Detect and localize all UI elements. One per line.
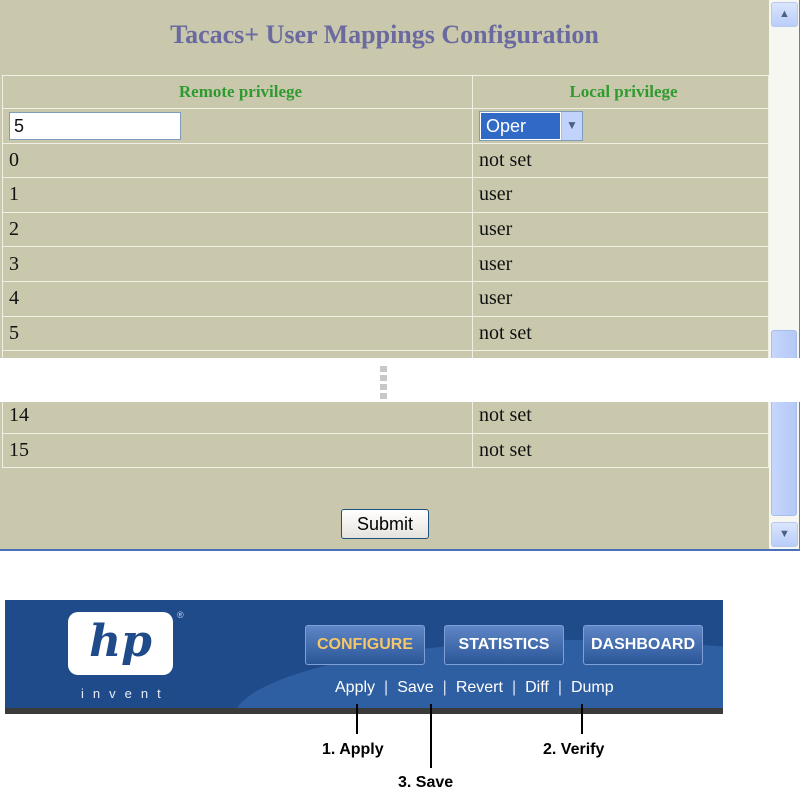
submit-button[interactable]: Submit bbox=[341, 509, 429, 539]
table-row: 1 user bbox=[2, 177, 769, 213]
registered-mark: ® bbox=[177, 610, 184, 620]
scroll-down-icon[interactable]: ▼ bbox=[771, 522, 798, 547]
local-cell: not set bbox=[472, 432, 769, 469]
remote-cell: 0 bbox=[2, 142, 473, 179]
hp-logo: hp bbox=[68, 612, 173, 675]
invent-tagline: invent bbox=[81, 686, 170, 701]
hp-logo-text: hp bbox=[89, 616, 152, 667]
separator: | bbox=[557, 679, 562, 696]
table-row: 15 not set bbox=[2, 432, 769, 469]
action-links: Apply | Save | Revert | Diff | Dump bbox=[335, 679, 614, 697]
verify-pointer bbox=[581, 704, 583, 734]
config-content: Tacacs+ User Mappings Configuration Remo… bbox=[0, 0, 769, 549]
remote-cell: 4 bbox=[2, 280, 473, 317]
remote-privilege-header: Remote privilege bbox=[2, 75, 473, 109]
local-cell: not set bbox=[472, 142, 769, 179]
local-privilege-header: Local privilege bbox=[472, 75, 769, 109]
scroll-up-icon[interactable]: ▲ bbox=[771, 2, 798, 27]
submit-row: Submit bbox=[2, 476, 769, 549]
separator: | bbox=[384, 679, 389, 696]
omitted-rows-gap bbox=[0, 358, 807, 402]
table-row: 2 user bbox=[2, 211, 769, 248]
remote-cell: 5 bbox=[2, 315, 473, 352]
table-row: 5 not set bbox=[2, 315, 769, 352]
save-link[interactable]: Save bbox=[397, 679, 433, 697]
config-frame: Tacacs+ User Mappings Configuration Remo… bbox=[0, 0, 800, 551]
verify-annotation: 2. Verify bbox=[543, 741, 605, 758]
dashboard-tab[interactable]: DASHBOARD bbox=[583, 625, 703, 665]
remote-cell: 14 bbox=[2, 398, 473, 434]
local-privilege-selected: Oper bbox=[481, 112, 560, 139]
remote-cell: 3 bbox=[2, 246, 473, 282]
revert-link[interactable]: Revert bbox=[456, 679, 503, 697]
vertical-scrollbar[interactable]: ▲ ▼ bbox=[769, 0, 799, 549]
diff-link[interactable]: Diff bbox=[525, 679, 549, 697]
remote-cell: 1 bbox=[2, 177, 473, 213]
separator: | bbox=[511, 679, 517, 696]
page-title: Tacacs+ User Mappings Configuration bbox=[170, 20, 599, 49]
local-cell: user bbox=[472, 280, 769, 317]
local-cell: user bbox=[472, 177, 769, 213]
apply-annotation: 1. Apply bbox=[322, 741, 384, 758]
table-row: 4 user bbox=[2, 280, 769, 317]
input-row: 5 Oper ▼ bbox=[2, 108, 769, 144]
chevron-down-icon[interactable]: ▼ bbox=[561, 111, 582, 140]
apply-link[interactable]: Apply bbox=[335, 679, 375, 697]
table-row: 3 user bbox=[2, 246, 769, 282]
remote-input-cell: 5 bbox=[2, 108, 473, 144]
save-annotation: 3. Save bbox=[398, 774, 454, 791]
local-cell: user bbox=[472, 246, 769, 282]
remote-privilege-input[interactable]: 5 bbox=[9, 111, 181, 140]
local-cell: user bbox=[472, 211, 769, 248]
separator: | bbox=[442, 679, 447, 696]
save-pointer bbox=[430, 704, 432, 768]
local-cell: not set bbox=[472, 398, 769, 434]
hp-header: hp ® invent CONFIGURE STATISTICS DASHBOA… bbox=[5, 600, 723, 714]
dump-link[interactable]: Dump bbox=[571, 679, 614, 697]
mappings-table: Remote privilege Local privilege 5 Oper … bbox=[2, 75, 769, 469]
configure-tab[interactable]: CONFIGURE bbox=[305, 625, 425, 665]
table-header-row: Remote privilege Local privilege bbox=[2, 75, 769, 109]
table-row: 14 not set bbox=[2, 398, 769, 434]
apply-pointer bbox=[356, 704, 358, 734]
header-bottom-bar bbox=[5, 708, 723, 714]
remote-cell: 2 bbox=[2, 211, 473, 248]
local-cell: not set bbox=[472, 315, 769, 352]
vertical-ellipsis-icon bbox=[380, 366, 388, 402]
local-privilege-select[interactable]: Oper ▼ bbox=[479, 110, 583, 141]
local-select-cell: Oper ▼ bbox=[472, 108, 769, 144]
table-row: 0 not set bbox=[2, 142, 769, 179]
remote-cell: 15 bbox=[2, 432, 473, 469]
statistics-tab[interactable]: STATISTICS bbox=[444, 625, 564, 665]
